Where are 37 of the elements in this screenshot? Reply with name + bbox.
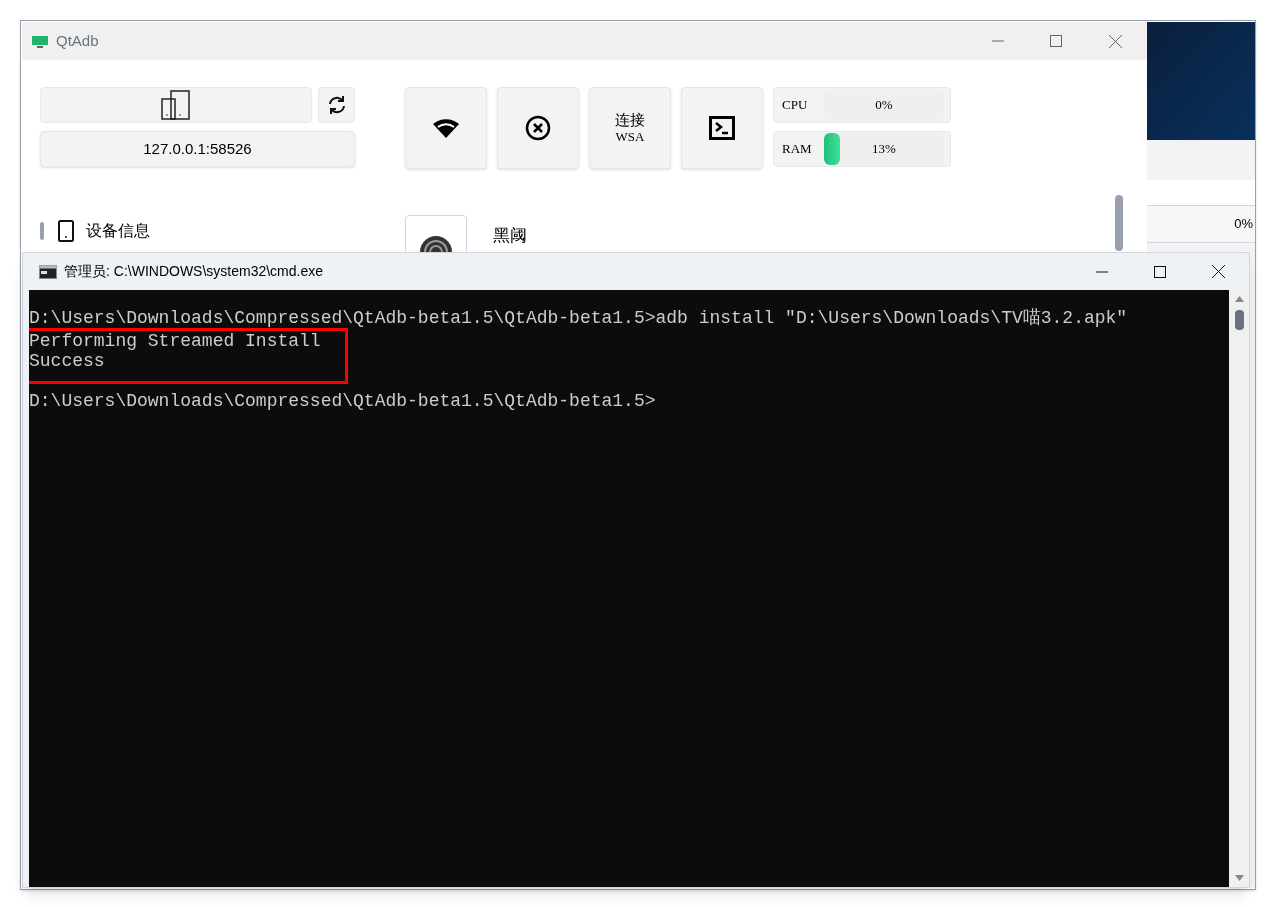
meter-label: RAM	[782, 140, 813, 159]
close-icon[interactable]	[1211, 265, 1225, 278]
console-line: D:\Users\Downloads\Compressed\QtAdb-beta1.5\QtAdb-beta1.5>	[29, 390, 657, 411]
app-name: 黑阈	[493, 225, 527, 247]
scroll-up-icon[interactable]	[1235, 296, 1244, 302]
cancel-icon	[525, 115, 551, 141]
console-line: Performing Streamed Install	[29, 331, 321, 351]
section-marker	[40, 222, 44, 240]
section-title: 设备信息	[86, 221, 150, 241]
disconnect-button[interactable]	[497, 87, 579, 169]
monitor-icon	[32, 34, 48, 48]
refresh-icon	[326, 95, 347, 115]
meter-reading: 13%	[872, 140, 896, 159]
phone-icon	[58, 220, 74, 242]
window-title: QtAdb	[56, 30, 99, 51]
wifi-icon	[432, 118, 460, 138]
terminal-button[interactable]	[681, 87, 763, 169]
app-icon-tile[interactable]	[405, 215, 467, 255]
meter-reading: 0%	[875, 96, 893, 115]
device-button[interactable]	[40, 87, 312, 123]
console-line: Success	[29, 351, 106, 371]
terminal-icon	[709, 116, 735, 140]
device-address-button[interactable]: 127.0.0.1:58526	[40, 131, 355, 167]
cpu-reading: 0%	[1234, 215, 1253, 234]
refresh-button[interactable]	[318, 87, 355, 123]
scrollbar-thumb[interactable]	[1115, 195, 1123, 251]
console-line: D:\Users\Downloads\Compressed\QtAdb-beta1.5\QtAdb-beta1.5>adb install "D:\Users\Downloads\TV喵3.2.apk"	[29, 308, 1129, 328]
devices-icon	[161, 90, 191, 120]
window-title: 管理员: C:\WINDOWS\system32\cmd.exe	[64, 262, 324, 281]
meter-label: CPU	[782, 96, 809, 115]
scroll-down-icon[interactable]	[1235, 875, 1244, 881]
maximize-icon[interactable]	[1154, 265, 1166, 278]
console-icon	[39, 264, 57, 279]
scrollbar[interactable]	[1229, 290, 1249, 887]
wifi-button[interactable]	[405, 87, 487, 169]
connect-wsa-button[interactable]: 连接 WSA	[589, 87, 671, 169]
scrollbar-thumb[interactable]	[1235, 310, 1244, 330]
